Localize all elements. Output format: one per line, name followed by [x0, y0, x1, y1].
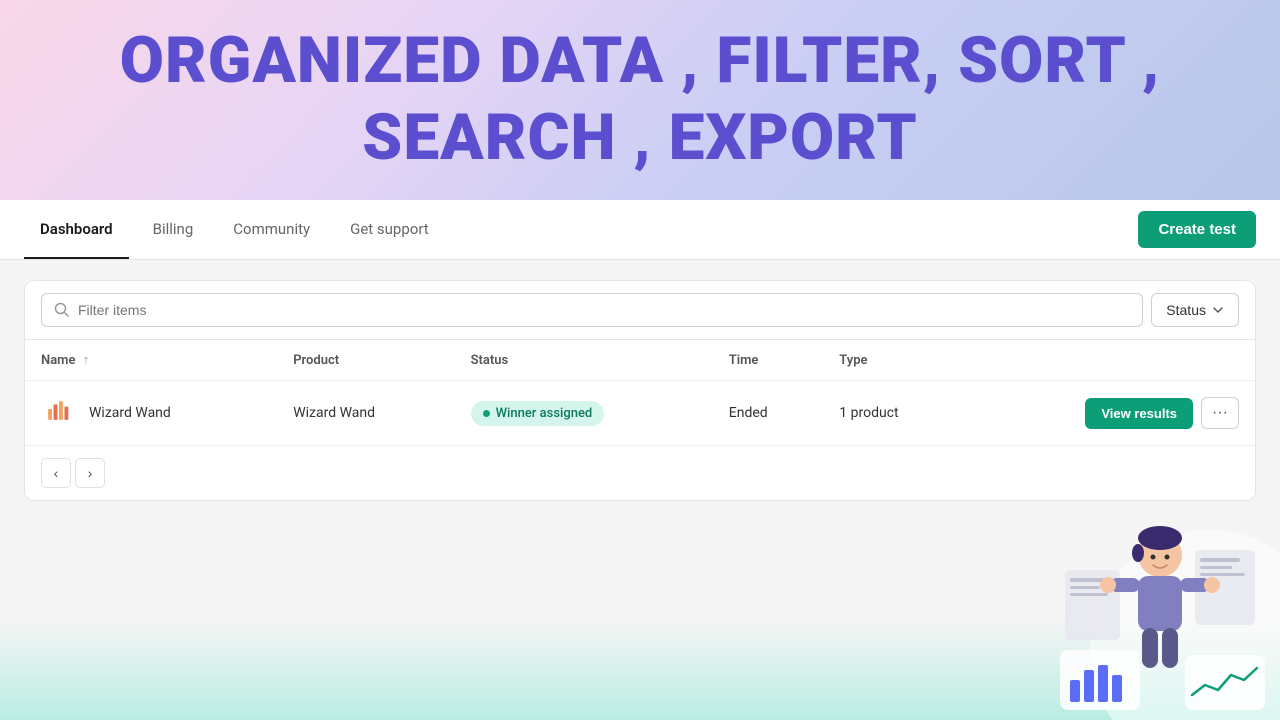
hero-title: ORGANIZED DATA , FILTER, SORT , SEARCH ,…	[120, 23, 1160, 177]
next-page-button[interactable]: ›	[75, 458, 105, 488]
table-container: Status Name ↑ Product Status	[24, 280, 1256, 501]
chevron-down-icon	[1212, 304, 1224, 316]
tab-get-support[interactable]: Get support	[334, 200, 445, 259]
nav-tabs: Dashboard Billing Community Get support	[24, 200, 445, 259]
cell-time: Ended	[713, 381, 824, 446]
tab-community[interactable]: Community	[217, 200, 326, 259]
ellipsis-icon: ···	[1212, 404, 1228, 422]
cell-status: Winner assigned	[455, 381, 713, 446]
column-actions	[966, 340, 1255, 381]
column-status: Status	[455, 340, 713, 381]
column-type: Type	[823, 340, 965, 381]
navbar: Dashboard Billing Community Get support …	[0, 200, 1280, 260]
tab-billing[interactable]: Billing	[137, 200, 210, 259]
chevron-left-icon: ‹	[54, 465, 59, 481]
hero-banner: ORGANIZED DATA , FILTER, SORT , SEARCH ,…	[0, 0, 1280, 200]
sort-icon: ↑	[83, 352, 90, 368]
product-icon	[41, 395, 77, 431]
cell-name: Wizard Wand	[25, 381, 277, 446]
search-icon	[54, 302, 70, 318]
view-results-button[interactable]: View results	[1085, 398, 1193, 429]
main-content: Dashboard Billing Community Get support …	[0, 200, 1280, 720]
data-table: Name ↑ Product Status Time Type	[25, 340, 1255, 445]
table-row: Wizard Wand Wizard Wand Winner assigned …	[25, 381, 1255, 446]
pagination: ‹ ›	[25, 445, 1255, 500]
tab-dashboard[interactable]: Dashboard	[24, 200, 129, 259]
create-test-button[interactable]: Create test	[1138, 211, 1256, 248]
filter-bar: Status	[25, 281, 1255, 340]
column-name[interactable]: Name ↑	[25, 340, 277, 381]
status-badge: Winner assigned	[471, 401, 605, 426]
status-filter-button[interactable]: Status	[1151, 293, 1239, 327]
search-wrapper	[41, 293, 1143, 327]
chevron-right-icon: ›	[88, 465, 93, 481]
cell-type: 1 product	[823, 381, 965, 446]
column-product: Product	[277, 340, 454, 381]
column-time: Time	[713, 340, 824, 381]
status-dot	[483, 410, 490, 417]
search-input[interactable]	[78, 302, 1130, 318]
more-options-button[interactable]: ···	[1201, 397, 1239, 429]
prev-page-button[interactable]: ‹	[41, 458, 71, 488]
cell-product: Wizard Wand	[277, 381, 454, 446]
cell-actions: View results ···	[966, 381, 1255, 446]
